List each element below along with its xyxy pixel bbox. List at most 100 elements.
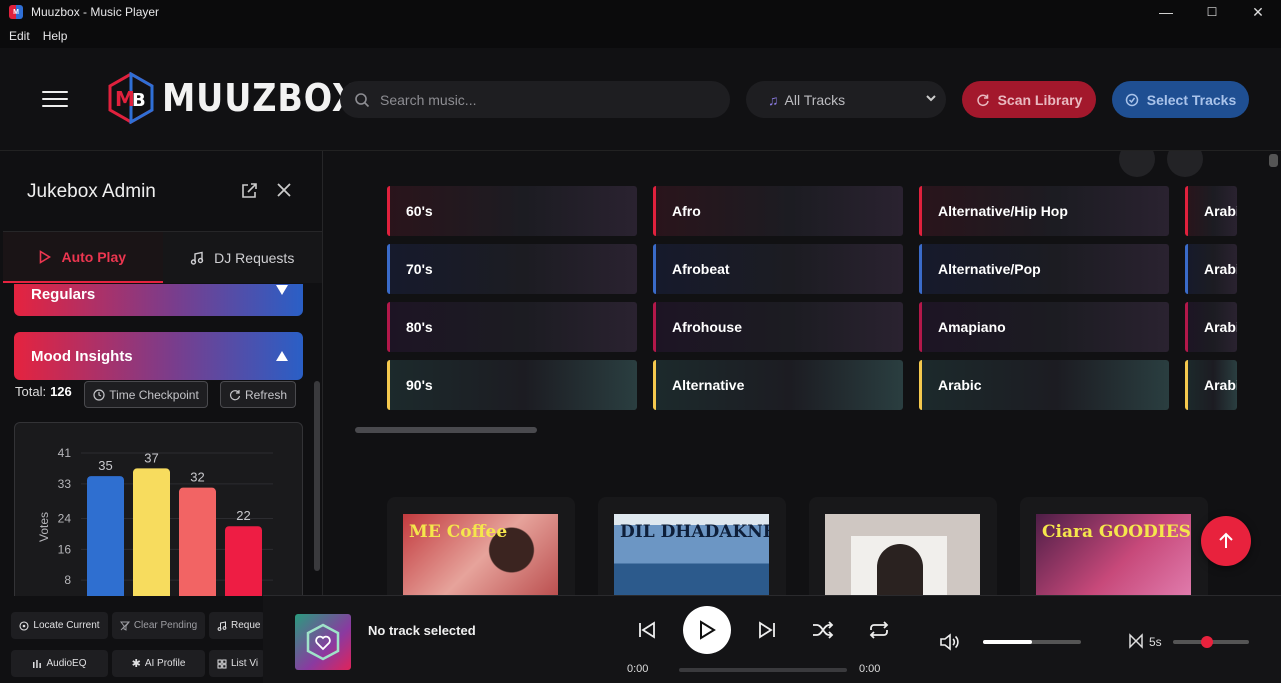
audio-eq-button[interactable]: AudioEQ [11, 650, 108, 677]
genre-tile-label: Arabi [1204, 203, 1237, 219]
shuffle-icon [813, 621, 834, 639]
genre-tile[interactable]: 70's [387, 244, 637, 294]
genre-tile[interactable]: Alternative/Hip Hop [919, 186, 1169, 236]
genre-tile[interactable]: Afrobeat [653, 244, 903, 294]
chart-data-label: 22 [236, 508, 250, 523]
scroll-to-top-button[interactable] [1201, 516, 1251, 566]
chart-y-tick: 24 [58, 512, 72, 526]
volume-button[interactable] [938, 630, 962, 654]
chevron-down-icon [926, 95, 936, 102]
genre-horizontal-scrollbar[interactable] [355, 427, 537, 433]
album-card[interactable]: Ciara GOODIES [1020, 497, 1208, 595]
repeat-button[interactable] [866, 618, 892, 642]
genre-tile[interactable]: Amapiano [919, 302, 1169, 352]
volume-fill [983, 640, 1032, 644]
genre-tile[interactable]: Afrohouse [653, 302, 903, 352]
app-icon: M [9, 5, 23, 19]
album-card[interactable]: DIL DHADAKNE DO [598, 497, 786, 595]
genre-tile-label: Alternative/Pop [938, 261, 1041, 277]
genre-tile[interactable]: Arabi [1185, 302, 1237, 352]
scroll-left-button[interactable] [1119, 151, 1155, 177]
chart-y-tick: 41 [58, 446, 72, 460]
album-art-me-coffee: ME Coffee [403, 514, 558, 595]
progress-bar[interactable] [679, 668, 847, 672]
requests-button[interactable]: Reque [209, 612, 265, 639]
close-window-button[interactable]: ✕ [1235, 0, 1281, 24]
crossfade-icon-button[interactable] [1127, 632, 1145, 650]
genre-tile-label: 70's [406, 261, 433, 277]
clear-pending-button[interactable]: Clear Pending [112, 612, 205, 639]
genre-tile[interactable]: Arabic [919, 360, 1169, 410]
ai-profile-button[interactable]: ✱ AI Profile [112, 650, 205, 677]
next-button[interactable] [755, 618, 779, 642]
track-filter-select[interactable]: ♫ All Tracks [746, 81, 946, 118]
main-scrollbar[interactable] [1269, 154, 1278, 167]
genre-tile[interactable]: Arabi [1185, 244, 1237, 294]
genre-tile-label: Arabi [1204, 261, 1237, 277]
genre-tile-label: 90's [406, 377, 433, 393]
genre-tile[interactable]: 60's [387, 186, 637, 236]
main-content: 60's 70's 80's 90's Afro Afrobeat Afrohouse Alt… [323, 151, 1281, 595]
scan-library-button[interactable]: Scan Library [962, 81, 1096, 118]
external-link-icon[interactable] [240, 182, 258, 200]
volume-slider[interactable] [983, 640, 1081, 644]
crossfade-knob[interactable] [1201, 636, 1214, 648]
locate-current-button[interactable]: Locate Current [11, 612, 108, 639]
player-bar: No track selected 0:00 0:00 5s [263, 595, 1281, 683]
accordion-mood-insights[interactable]: Mood Insights [14, 332, 303, 380]
genre-tile[interactable]: Alternative/Pop [919, 244, 1169, 294]
audio-eq-label: AudioEQ [46, 658, 87, 669]
grid-icon [217, 659, 227, 668]
crossfade-slider[interactable] [1173, 636, 1249, 648]
genre-tile[interactable]: Alternative [653, 360, 903, 410]
album-card[interactable] [809, 497, 997, 595]
list-view-label: List Vi [231, 658, 259, 669]
arrow-up-icon [1219, 532, 1233, 548]
album-card[interactable]: ME Coffee [387, 497, 575, 595]
refresh-button[interactable]: Refresh [220, 381, 296, 408]
genre-tile[interactable]: 90's [387, 360, 637, 410]
chart-y-tick: 8 [64, 573, 71, 587]
menu-edit[interactable]: Edit [9, 29, 30, 43]
chart-bar [225, 526, 262, 596]
title-bar: M Muuzbox - Music Player — ☐ ✕ [0, 0, 1281, 24]
maximize-button[interactable]: ☐ [1189, 0, 1235, 24]
play-button[interactable] [683, 606, 731, 654]
search-icon [355, 92, 370, 107]
shuffle-button[interactable] [810, 618, 836, 642]
accordion-regulars-label: Regulars [31, 286, 96, 303]
menu-help[interactable]: Help [43, 29, 68, 43]
minimize-button[interactable]: — [1143, 0, 1189, 24]
chart-data-label: 37 [144, 450, 158, 465]
genre-tile[interactable]: Arabi [1185, 186, 1237, 236]
mood-chart: 8 16 24 33 41 Votes 35 37 32 22 [14, 422, 303, 596]
select-tracks-button[interactable]: Select Tracks [1112, 81, 1249, 118]
search-input[interactable] [380, 91, 700, 108]
mood-chart-svg: 8 16 24 33 41 Votes 35 37 32 22 [37, 446, 273, 596]
search-bar[interactable] [340, 81, 730, 118]
close-icon[interactable] [276, 182, 292, 198]
genre-tile-label: Arabic [938, 377, 982, 393]
requests-label: Reque [231, 620, 261, 631]
tab-auto-play[interactable]: Auto Play [3, 232, 163, 283]
panel-scrollbar[interactable] [314, 381, 320, 571]
hamburger-menu-icon[interactable] [42, 91, 68, 107]
tab-dj-requests[interactable]: DJ Requests [162, 232, 322, 283]
genre-tile[interactable]: Arabi [1185, 360, 1237, 410]
genre-tile[interactable]: 80's [387, 302, 637, 352]
scroll-right-button[interactable] [1167, 151, 1203, 177]
time-checkpoint-button[interactable]: Time Checkpoint [84, 381, 208, 408]
heart-hex-icon [306, 623, 340, 661]
window-title: Muuzbox - Music Player [31, 5, 160, 19]
chart-data-label: 35 [98, 458, 112, 473]
accordion-regulars[interactable]: Regulars [14, 284, 303, 316]
previous-button[interactable] [635, 618, 659, 642]
crossfade-icon [1129, 633, 1143, 649]
genre-tile-label: Afrohouse [672, 319, 742, 335]
genre-tile[interactable]: Afro [653, 186, 903, 236]
skip-forward-icon [759, 621, 775, 639]
play-icon [700, 620, 716, 640]
list-view-button[interactable]: List Vi [209, 650, 265, 677]
album-art-text: ME Coffee [409, 522, 508, 542]
album-art-text: DIL DHADAKNE DO [620, 522, 769, 542]
